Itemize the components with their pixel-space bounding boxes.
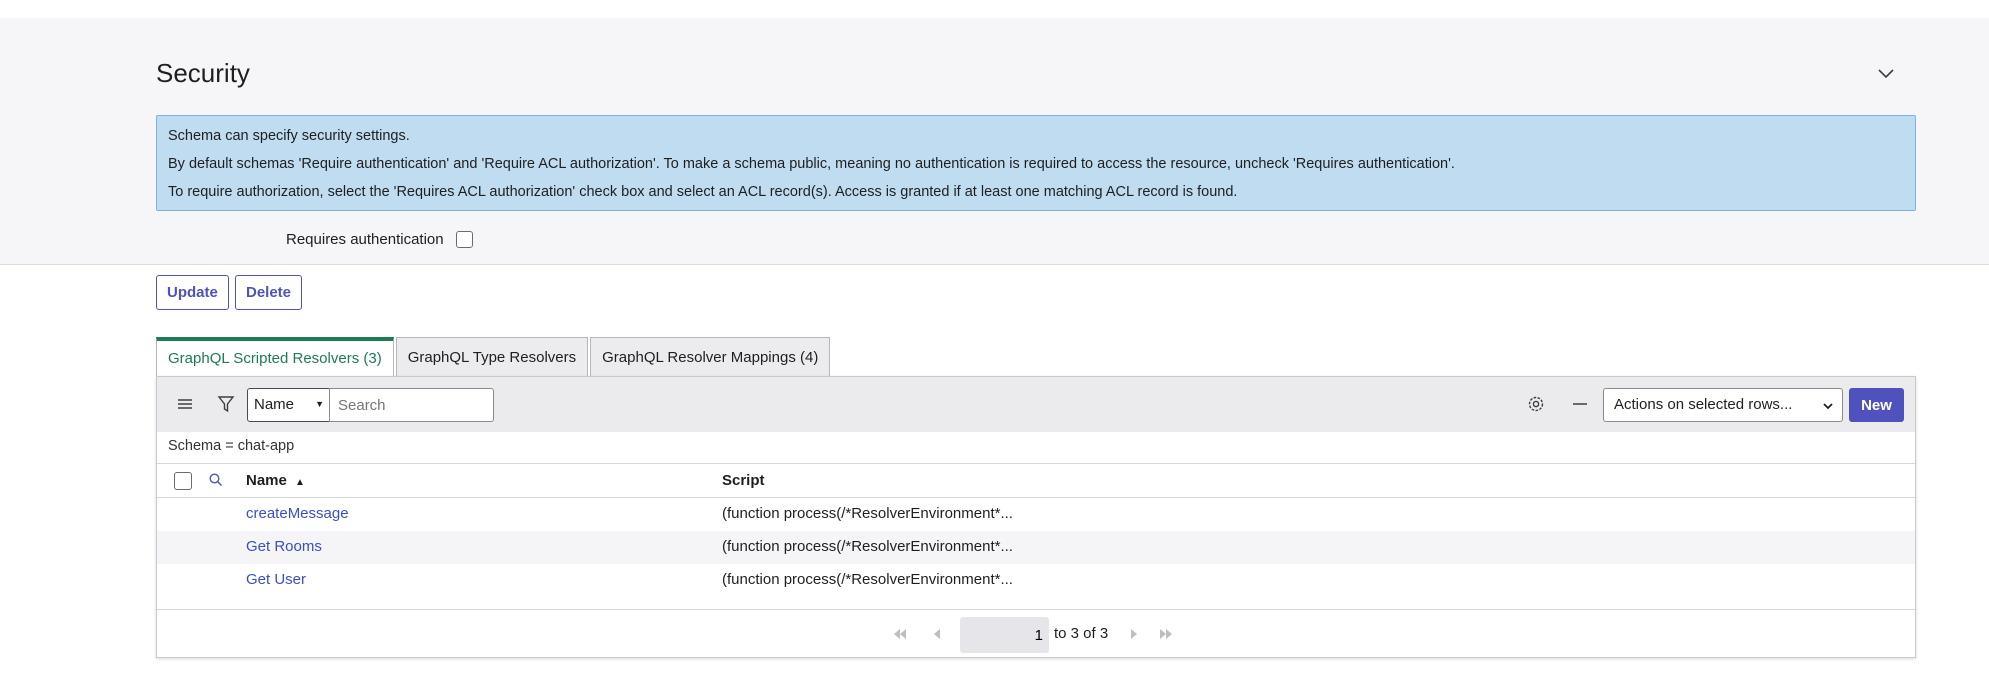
collapse-section-button[interactable] (1872, 60, 1900, 88)
column-search-button[interactable] (208, 472, 224, 492)
requires-auth-label: Requires authentication (286, 231, 444, 248)
column-header-name-label: Name (246, 472, 287, 489)
column-header-name[interactable]: Name ▲ (246, 472, 305, 489)
page-range-text: to 3 of 3 (1054, 625, 1109, 642)
last-page-button[interactable] (1157, 625, 1175, 648)
list-settings-button[interactable] (1526, 394, 1546, 419)
new-button[interactable]: New (1849, 388, 1904, 422)
search-input[interactable] (329, 388, 494, 422)
first-page-icon (894, 629, 906, 639)
row-name-link[interactable]: createMessage (246, 505, 349, 522)
page-number-input[interactable] (960, 617, 1049, 653)
row-name-link[interactable]: Get User (246, 571, 306, 588)
related-list-tabs: GraphQL Scripted Resolvers (3) GraphQL T… (156, 337, 832, 376)
info-line: Schema can specify security settings. (168, 128, 410, 144)
chevron-down-icon (1878, 69, 1894, 79)
info-message: Schema can specify security settings. By… (156, 115, 1916, 211)
hamburger-menu-icon (178, 399, 192, 409)
chevron-down-icon (1823, 403, 1833, 410)
info-line: By default schemas 'Require authenticati… (168, 156, 1455, 172)
row-script: (function process(/*ResolverEnvironment*… (722, 538, 1013, 555)
requires-auth-row: Requires authentication (286, 231, 473, 248)
next-page-icon (1131, 629, 1137, 639)
select-all-checkbox[interactable] (174, 472, 192, 490)
previous-page-icon (934, 629, 940, 639)
security-section: Security Schema can specify security set… (0, 18, 1989, 265)
next-page-button[interactable] (1127, 625, 1141, 648)
tab-type-resolvers[interactable]: GraphQL Type Resolvers (395, 337, 589, 376)
filter-button[interactable] (216, 394, 236, 419)
info-line: To require authorization, select the 'Re… (168, 184, 1238, 200)
table-row: Get Rooms (function process(/*ResolverEn… (157, 531, 1915, 564)
last-page-icon (1160, 629, 1172, 639)
collapse-list-button[interactable] (1570, 394, 1590, 419)
minus-icon (1573, 403, 1587, 405)
update-button[interactable]: Update (156, 275, 229, 310)
delete-button[interactable]: Delete (235, 275, 303, 310)
actions-select-label: Actions on selected rows... (1614, 396, 1793, 413)
gear-icon (1528, 396, 1544, 412)
sort-ascending-icon: ▲ (295, 477, 305, 488)
table-header: Name ▲ Script (157, 463, 1915, 498)
caret-down-icon: ▼ (315, 399, 324, 409)
related-list-panel: Name ▼ Actions on selected rows... New S… (156, 376, 1916, 658)
search-field-value: Name (254, 396, 295, 413)
search-field-select[interactable]: Name ▼ (247, 388, 331, 422)
pagination: to 3 of 3 (157, 609, 1915, 658)
row-script: (function process(/*ResolverEnvironment*… (722, 571, 1013, 588)
section-title: Security (156, 58, 250, 88)
requires-auth-checkbox[interactable] (455, 231, 473, 248)
tab-scripted-resolvers[interactable]: GraphQL Scripted Resolvers (3) (156, 337, 394, 376)
breadcrumb[interactable]: Schema = chat-app (168, 438, 294, 454)
filter-icon (217, 396, 235, 413)
previous-page-button[interactable] (930, 625, 944, 648)
table-row: Get User (function process(/*ResolverEnv… (157, 564, 1915, 597)
search-icon (209, 473, 222, 486)
actions-select[interactable]: Actions on selected rows... (1603, 388, 1843, 422)
list-toolbar: Name ▼ Actions on selected rows... New (157, 377, 1915, 432)
list-menu-button[interactable] (175, 394, 195, 419)
table-row: createMessage (function process(/*Resolv… (157, 498, 1915, 531)
row-script: (function process(/*ResolverEnvironment*… (722, 505, 1013, 522)
row-name-link[interactable]: Get Rooms (246, 538, 322, 555)
tab-resolver-mappings[interactable]: GraphQL Resolver Mappings (4) (590, 337, 831, 376)
column-header-script[interactable]: Script (722, 472, 765, 489)
first-page-button[interactable] (891, 625, 909, 648)
